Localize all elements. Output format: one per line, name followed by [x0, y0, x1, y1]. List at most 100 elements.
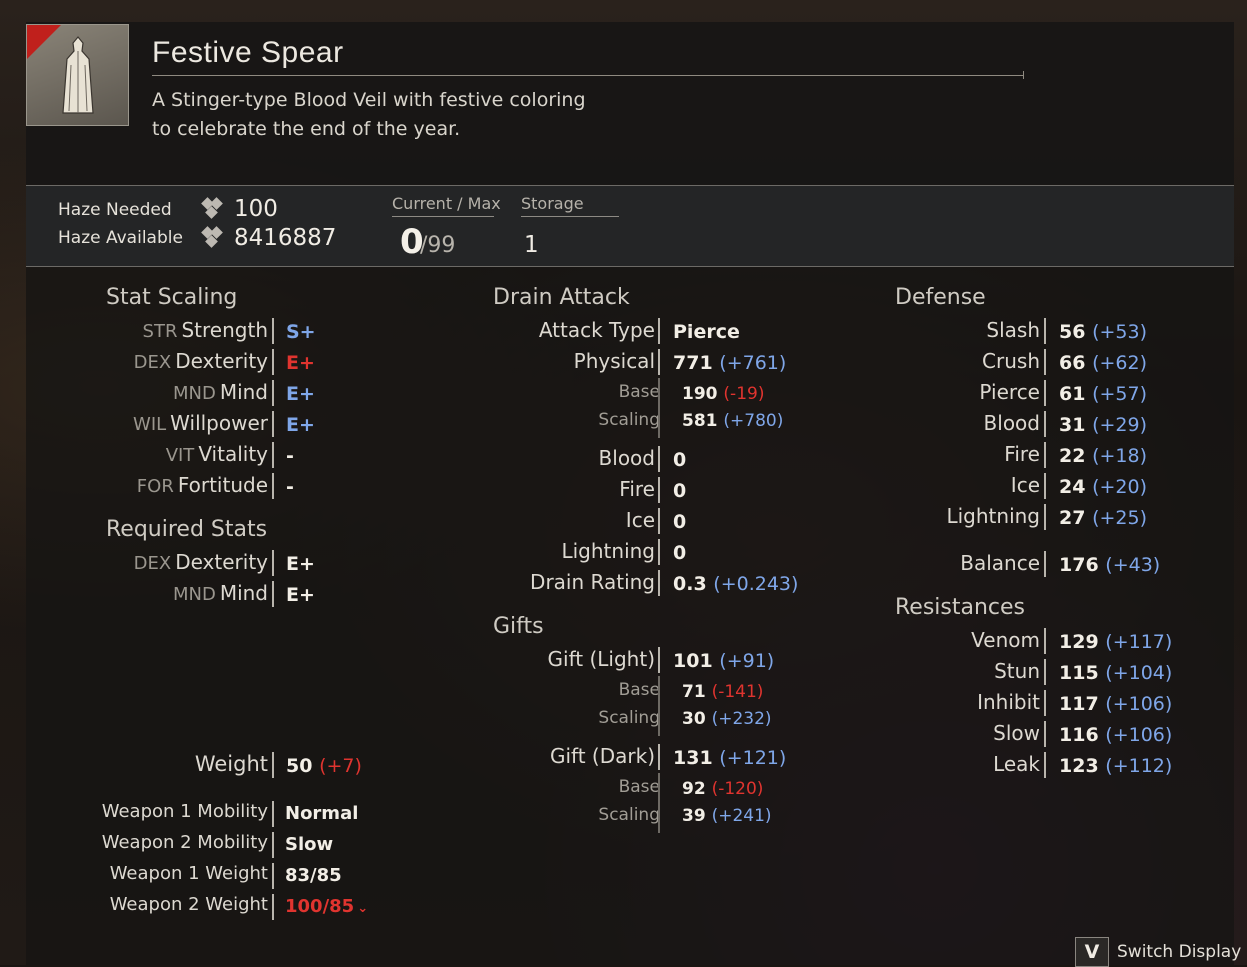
value-number: 123	[1059, 755, 1099, 777]
defense-value: 22 (+18)	[1059, 445, 1147, 467]
gift-dark-base-row: Base	[0, 777, 660, 805]
w1-weight-row: Weapon 1 Weight	[0, 863, 268, 891]
defense-blood-label: Blood	[984, 411, 1040, 435]
max-count: /99	[420, 233, 456, 258]
defense-pierce-label: Pierce	[979, 380, 1040, 404]
w2-mobility-value: Slow	[285, 834, 334, 855]
stat-name: Lightning	[946, 504, 1040, 528]
gift-dark-scaling-label: Scaling	[598, 805, 660, 825]
switch-display-label: Switch Display	[1117, 942, 1242, 962]
gift-dark-scaling-value: 39 (+241)	[682, 806, 772, 826]
stat-name: Slash	[986, 318, 1040, 342]
resistances-leak-label: Leak	[993, 752, 1040, 776]
row-separator	[1044, 752, 1046, 778]
defense-fire-row: Fire	[0, 442, 1040, 470]
defense-title: Defense	[895, 285, 986, 310]
blood-veil-figure-icon	[62, 36, 94, 114]
row-separator	[1044, 551, 1046, 577]
value-number: 31	[1059, 414, 1086, 436]
stat-name: Leak	[993, 752, 1040, 776]
w2-weight-label: Weapon 2 Weight	[109, 894, 268, 915]
defense-value: 66 (+62)	[1059, 352, 1147, 374]
value-delta: (+25)	[1092, 507, 1147, 529]
resistances-inhibit-label: Inhibit	[977, 690, 1040, 714]
balance-row: Balance	[0, 551, 1040, 579]
value-delta: (+20)	[1092, 476, 1147, 498]
defense-slash-row: Slash	[0, 318, 1040, 346]
value-number: 117	[1059, 693, 1099, 715]
value-delta: (+104)	[1105, 662, 1173, 684]
row-separator	[1044, 659, 1046, 685]
gift-dark-base-label: Base	[618, 777, 660, 797]
haze-needed-label: Haze Needed	[58, 200, 172, 220]
resistances-value: 115 (+104)	[1059, 662, 1172, 684]
storage-divider	[521, 216, 619, 217]
resistances-stun-label: Stun	[994, 659, 1040, 683]
defense-value: 24 (+20)	[1059, 476, 1147, 498]
defense-value: 56 (+53)	[1059, 321, 1147, 343]
balance-delta: (+43)	[1105, 554, 1161, 576]
resistances-leak-row: Leak	[0, 752, 1040, 780]
value-number: 24	[1059, 476, 1086, 498]
resistances-venom-row: Venom	[0, 628, 1040, 656]
v-key-icon: V	[1075, 937, 1109, 967]
resistances-venom-label: Venom	[971, 628, 1040, 652]
value-number: 61	[1059, 383, 1086, 405]
w1-weight-value: 83/85	[285, 865, 342, 886]
balance-value: 176 (+43)	[1059, 554, 1160, 576]
blood-veil-icon	[26, 24, 129, 126]
w2-mobility-label: Weapon 2 Mobility	[101, 832, 268, 853]
gift-dark-base-value: 92 (-120)	[682, 779, 763, 799]
value-delta: (+18)	[1092, 445, 1147, 467]
resistances-title: Resistances	[895, 595, 1026, 620]
row-separator	[272, 894, 274, 920]
w2-weight-value: 100/85 ⌄	[285, 896, 368, 917]
drain-attack-title: Drain Attack	[493, 285, 630, 310]
haze-available-value: 8416887	[234, 225, 337, 251]
haze-needed-value: 100	[234, 196, 278, 222]
value-delta: (+106)	[1105, 724, 1173, 746]
defense-pierce-row: Pierce	[0, 380, 1040, 408]
resistances-stun-row: Stun	[0, 659, 1040, 687]
row-separator	[272, 863, 274, 889]
w2-weight-number: 100/85	[285, 896, 355, 917]
storage-label: Storage	[521, 194, 584, 213]
resistances-slow-row: Slow	[0, 721, 1040, 749]
defense-ice-row: Ice	[0, 473, 1040, 501]
haze-icon	[201, 197, 223, 219]
row-separator	[1044, 690, 1046, 716]
gift-dark-scaling-number: 39	[682, 806, 706, 826]
haze-icon	[201, 226, 223, 248]
value-delta: (+106)	[1105, 693, 1173, 715]
w2-weight-row: Weapon 2 Weight	[0, 894, 268, 922]
chevron-down-icon: ⌄	[357, 901, 369, 916]
defense-ice-label: Ice	[1011, 473, 1040, 497]
row-separator	[1044, 442, 1046, 468]
stat-scaling-title: Stat Scaling	[106, 285, 238, 310]
defense-slash-label: Slash	[986, 318, 1040, 342]
title-divider	[152, 71, 1024, 79]
stat-name: Fire	[1004, 442, 1040, 466]
stat-name: Pierce	[979, 380, 1040, 404]
defense-crush-row: Crush	[0, 349, 1040, 377]
current-max-divider	[392, 216, 494, 217]
value-number: 115	[1059, 662, 1099, 684]
defense-fire-label: Fire	[1004, 442, 1040, 466]
row-separator	[1044, 380, 1046, 406]
item-corner-marker	[27, 25, 61, 59]
haze-available-label: Haze Available	[58, 228, 183, 248]
resistances-inhibit-row: Inhibit	[0, 690, 1040, 718]
value-delta: (+57)	[1092, 383, 1147, 405]
value-delta: (+112)	[1105, 755, 1173, 777]
item-title: Festive Spear	[152, 36, 344, 69]
stat-name: Venom	[971, 628, 1040, 652]
defense-blood-row: Blood	[0, 411, 1040, 439]
row-separator	[1044, 628, 1046, 654]
storage-count: 1	[524, 232, 539, 258]
value-delta: (+53)	[1092, 321, 1147, 343]
defense-value: 61 (+57)	[1059, 383, 1147, 405]
resistances-slow-label: Slow	[993, 721, 1040, 745]
row-separator	[1044, 349, 1046, 375]
row-separator	[272, 832, 274, 858]
balance-number: 176	[1059, 554, 1099, 576]
